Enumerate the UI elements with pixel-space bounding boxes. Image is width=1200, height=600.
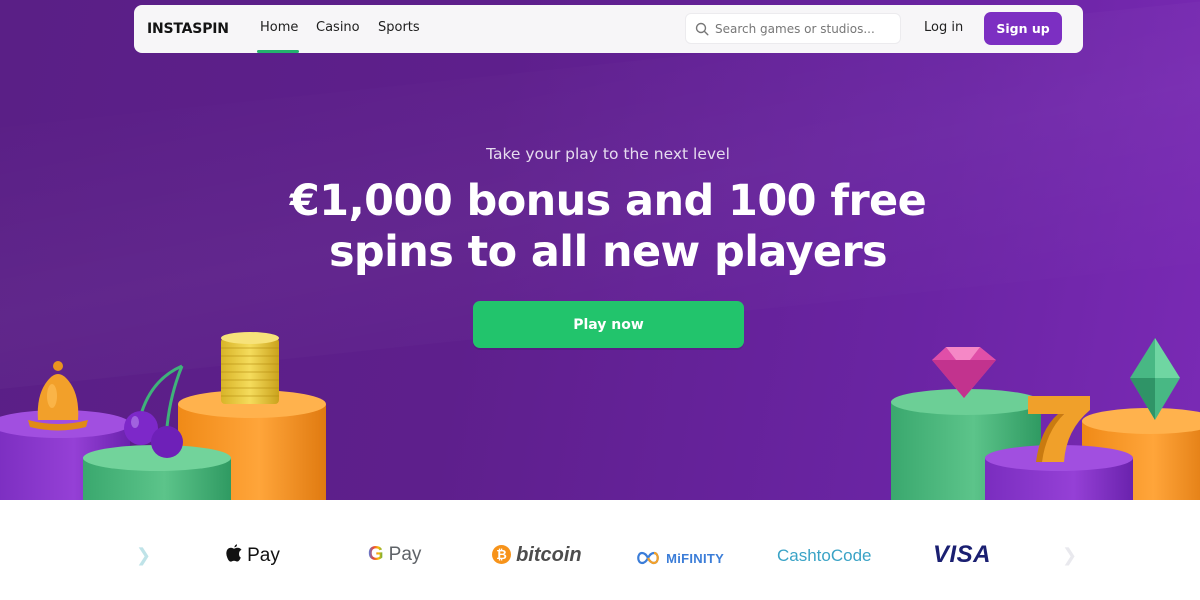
svg-text:₿: ₿ — [496, 548, 507, 563]
apple-pay-label: Pay — [247, 545, 280, 566]
nav-link-home[interactable]: Home — [260, 20, 298, 35]
search-input[interactable] — [715, 21, 885, 36]
signup-button[interactable]: Sign up — [984, 12, 1062, 45]
bitcoin-label: bitcoin — [516, 544, 582, 566]
payment-methods-strip — [0, 500, 1200, 600]
search-box[interactable] — [685, 13, 901, 44]
top-nav-bar: INSTASPIN Home Casino Sports Log in Sign… — [134, 5, 1083, 53]
google-pay-label: Pay — [388, 544, 422, 565]
apple-icon — [226, 544, 242, 562]
hero-banner: INSTASPIN Home Casino Sports Log in Sign… — [0, 0, 1200, 500]
logo-text: INSTASPIN — [147, 21, 229, 37]
payment-cashtocode: CashtoCode — [777, 546, 872, 566]
search-icon — [695, 22, 709, 36]
hero-headline-line1: €1,000 bonus and 100 free — [289, 176, 927, 226]
hero-headline: €1,000 bonus and 100 free spins to all n… — [0, 176, 1200, 278]
nav-link-sports[interactable]: Sports — [378, 20, 420, 35]
nav-active-indicator — [257, 50, 299, 53]
google-g-icon: G — [368, 543, 384, 565]
payment-mifinity: MiFINITY — [635, 548, 724, 567]
nav-link-casino[interactable]: Casino — [316, 20, 360, 35]
mifinity-label: MiFINITY — [666, 551, 725, 566]
payment-visa: VISA — [933, 541, 991, 569]
cashtocode-label: CashtoCode — [777, 546, 872, 565]
hero-headline-line2: spins to all new players — [328, 227, 888, 277]
play-now-button[interactable]: Play now — [473, 301, 744, 348]
visa-label: VISA — [933, 541, 992, 568]
payment-google-pay: G Pay — [368, 543, 421, 566]
payment-bitcoin: ₿ bitcoin — [492, 544, 582, 567]
hero-tagline: Take your play to the next level — [486, 145, 730, 163]
green-gem-icon — [1130, 338, 1180, 420]
infinity-icon — [637, 551, 659, 565]
carousel-left-arrow-icon[interactable]: ❯ — [136, 545, 151, 566]
cherries-icon — [124, 364, 184, 458]
payment-apple-pay: Pay — [226, 544, 280, 567]
login-link[interactable]: Log in — [924, 20, 963, 35]
instaspin-logo[interactable]: INSTASPIN — [147, 19, 229, 39]
carousel-right-arrow-icon[interactable]: ❯ — [1062, 545, 1077, 566]
coin-stack-icon — [221, 332, 279, 404]
bitcoin-icon: ₿ — [492, 545, 511, 564]
